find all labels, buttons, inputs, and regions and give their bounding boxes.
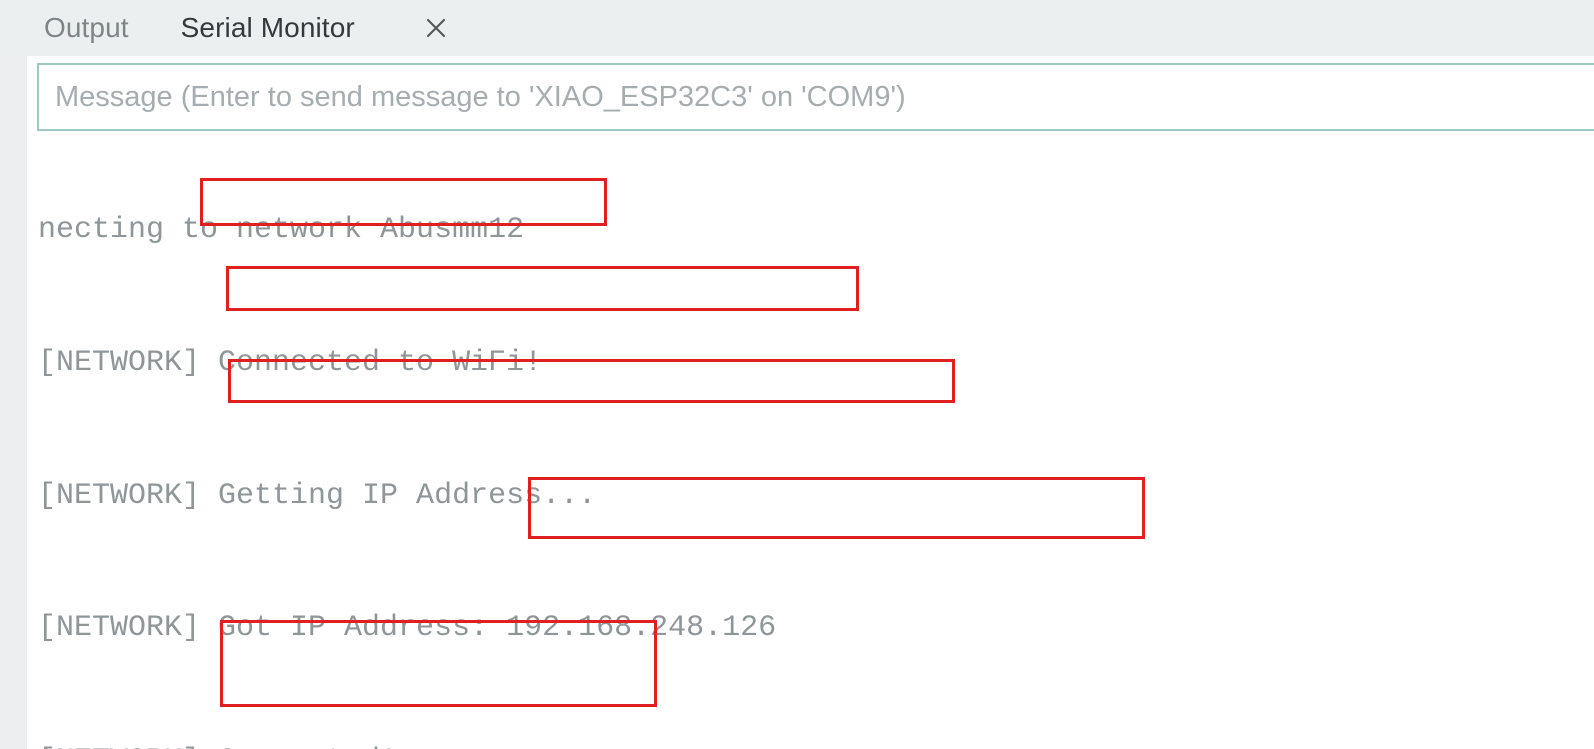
tab-output[interactable]: Output [44, 14, 129, 42]
left-gutter [0, 56, 27, 749]
message-input[interactable] [39, 65, 1594, 129]
serial-monitor-panel: Output Serial Monitor necting to network… [0, 0, 1594, 749]
console-lines: necting to network Abusmm12 [NETWORK] Co… [38, 136, 1080, 749]
console-line: [NETWORK] Connected! [38, 739, 1080, 749]
message-input-wrapper[interactable] [37, 63, 1594, 131]
console-line: [NETWORK] Getting IP Address... [38, 478, 597, 513]
tab-serial-monitor-group: Serial Monitor [181, 14, 449, 42]
console-line: necting to network Abusmm12 [38, 213, 525, 248]
panel-tabbar: Output Serial Monitor [0, 0, 1594, 56]
console-line: [NETWORK] Connected to WiFi! [38, 346, 543, 380]
serial-output-console[interactable]: necting to network Abusmm12 [NETWORK] Co… [27, 136, 1594, 749]
console-line: [NETWORK] Got IP Address: 192.168.248.12… [38, 611, 777, 646]
close-icon[interactable] [423, 15, 449, 41]
tab-serial-monitor[interactable]: Serial Monitor [181, 14, 355, 42]
